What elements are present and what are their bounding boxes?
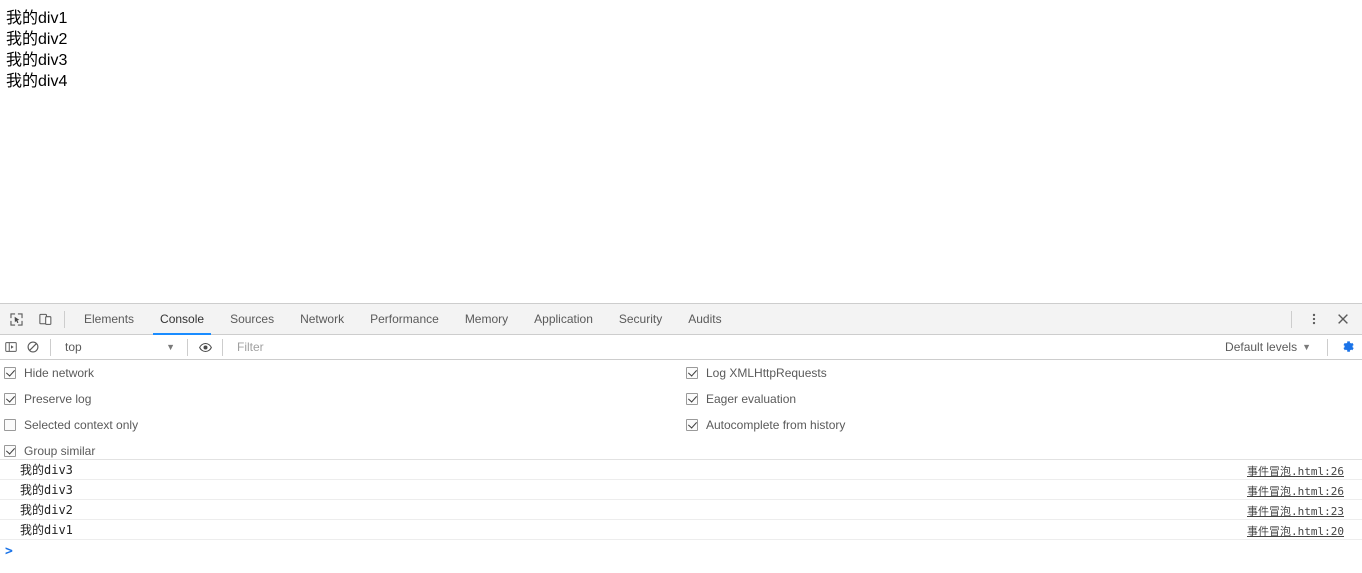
console-settings-right-column: Log XMLHttpRequests Eager evaluation Aut… — [686, 360, 845, 438]
setting-label: Eager evaluation — [706, 392, 797, 406]
console-message-row[interactable]: 我的div1 事件冒泡.html:20 — [0, 520, 1362, 540]
toolbar-divider — [187, 338, 188, 356]
checkbox[interactable] — [4, 393, 16, 405]
page-div-1: 我的div1 — [6, 10, 68, 27]
console-message-row[interactable]: 我的div2 事件冒泡.html:23 — [0, 500, 1362, 520]
setting-autocomplete-from-history[interactable]: Autocomplete from history — [686, 412, 845, 438]
toolbar-divider — [1291, 310, 1292, 328]
setting-label: Log XMLHttpRequests — [706, 366, 827, 380]
console-prompt[interactable]: > — [0, 540, 1362, 562]
devtools-tabbar-actions — [1285, 306, 1356, 332]
setting-label: Group similar — [24, 444, 96, 458]
console-message-text: 我的div1 — [20, 523, 73, 537]
console-message-row[interactable]: 我的div3 事件冒泡.html:26 — [0, 460, 1362, 480]
execution-context-dropdown[interactable]: top ▼ — [57, 337, 181, 358]
setting-log-xmlhttprequests[interactable]: Log XMLHttpRequests — [686, 360, 845, 386]
tab-label: Security — [618, 312, 663, 326]
tab-security[interactable]: Security — [606, 304, 675, 335]
console-message-list: 我的div3 事件冒泡.html:26 我的div3 事件冒泡.html:26 … — [0, 460, 1362, 562]
setting-label: Preserve log — [24, 392, 92, 406]
console-filter-toolbar: top ▼ Default levels ▼ — [0, 335, 1362, 360]
chevron-down-icon: ▼ — [1302, 342, 1311, 352]
console-message-text: 我的div3 — [20, 463, 73, 477]
checkbox[interactable] — [686, 393, 698, 405]
page-div-2: 我的div2 — [6, 31, 68, 48]
toolbar-divider — [64, 310, 65, 328]
console-prompt-input[interactable] — [12, 543, 1362, 559]
tab-performance[interactable]: Performance — [357, 304, 452, 335]
toolbar-divider — [222, 338, 223, 356]
tab-console[interactable]: Console — [147, 304, 217, 335]
tab-audits[interactable]: Audits — [675, 304, 734, 335]
setting-hide-network[interactable]: Hide network — [4, 360, 138, 386]
devtools-tabbar: Elements Console Sources Network Perform… — [0, 304, 1362, 335]
tab-elements[interactable]: Elements — [71, 304, 147, 335]
tab-label: Memory — [464, 312, 509, 326]
inspect-element-icon[interactable] — [3, 306, 29, 332]
toolbar-divider — [50, 338, 51, 356]
device-toolbar-icon[interactable] — [32, 306, 58, 332]
tab-label: Network — [300, 312, 345, 326]
checkbox[interactable] — [4, 367, 16, 379]
clear-console-icon[interactable] — [22, 337, 44, 358]
prompt-chevron-icon: > — [5, 543, 13, 559]
tab-label: Elements — [84, 312, 135, 326]
web-page-content: 我的div1 我的div2 我的div3 我的div4 — [0, 0, 1362, 303]
tab-label: Console — [160, 312, 205, 326]
tab-label: Audits — [688, 312, 722, 326]
console-filter-input[interactable] — [229, 336, 1216, 358]
console-sidebar-toggle-icon[interactable] — [0, 337, 22, 358]
console-message-text: 我的div3 — [20, 483, 73, 497]
tab-memory[interactable]: Memory — [452, 304, 521, 335]
setting-eager-evaluation[interactable]: Eager evaluation — [686, 386, 845, 412]
setting-label: Autocomplete from history — [706, 418, 846, 432]
setting-label: Hide network — [24, 366, 95, 380]
checkbox[interactable] — [686, 419, 698, 431]
setting-selected-context-only[interactable]: Selected context only — [4, 412, 138, 438]
log-levels-value: Default levels — [1225, 340, 1298, 354]
checkbox[interactable] — [4, 419, 16, 431]
console-source-link[interactable]: 事件冒泡.html:26 — [1247, 463, 1344, 479]
devtools-tab-list: Elements Console Sources Network Perform… — [71, 304, 1285, 335]
tab-application[interactable]: Application — [521, 304, 606, 335]
console-source-link[interactable]: 事件冒泡.html:20 — [1247, 523, 1344, 539]
console-settings-left-column: Hide network Preserve log Selected conte… — [4, 360, 138, 464]
gear-icon[interactable] — [1334, 337, 1362, 358]
close-icon[interactable] — [1330, 306, 1356, 332]
devtools-panel: Elements Console Sources Network Perform… — [0, 303, 1362, 573]
tab-sources[interactable]: Sources — [217, 304, 287, 335]
chevron-down-icon: ▼ — [166, 342, 175, 352]
log-levels-dropdown[interactable]: Default levels ▼ — [1215, 337, 1321, 358]
checkbox[interactable] — [686, 367, 698, 379]
setting-label: Selected context only — [24, 418, 139, 432]
checkbox[interactable] — [4, 445, 16, 457]
tab-network[interactable]: Network — [287, 304, 357, 335]
toolbar-divider — [1327, 338, 1328, 356]
tab-label: Sources — [230, 312, 275, 326]
page-div-4: 我的div4 — [6, 73, 68, 90]
console-source-link[interactable]: 事件冒泡.html:26 — [1247, 483, 1344, 499]
eye-icon[interactable] — [194, 337, 216, 358]
console-settings-pane: Hide network Preserve log Selected conte… — [0, 360, 1362, 460]
console-source-link[interactable]: 事件冒泡.html:23 — [1247, 503, 1344, 519]
execution-context-value: top — [65, 340, 82, 354]
more-options-icon[interactable] — [1301, 306, 1327, 332]
tab-label: Application — [534, 312, 593, 326]
page-div-3: 我的div3 — [6, 52, 68, 69]
setting-preserve-log[interactable]: Preserve log — [4, 386, 138, 412]
console-message-text: 我的div2 — [20, 503, 73, 517]
tab-label: Performance — [370, 312, 439, 326]
console-message-row[interactable]: 我的div3 事件冒泡.html:26 — [0, 480, 1362, 500]
